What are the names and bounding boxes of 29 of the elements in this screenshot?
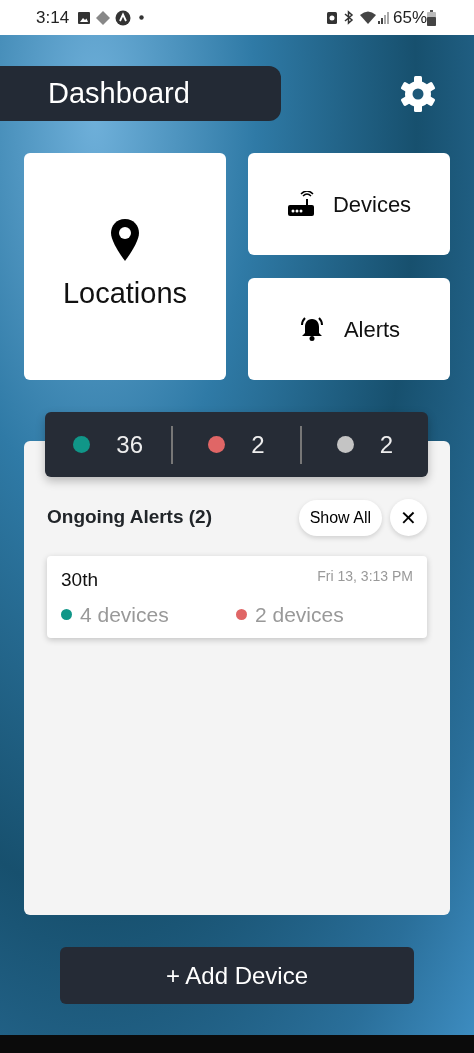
devices-tile[interactable]: Devices: [248, 153, 450, 255]
status-count: 36: [116, 429, 143, 460]
device-count: 2 devices: [255, 601, 344, 628]
clock: 3:14: [36, 6, 70, 29]
signal-icon: [376, 10, 389, 25]
map-pin-icon: [110, 217, 140, 262]
wifi-icon: [358, 10, 377, 25]
alert-card[interactable]: 30th Fri 13, 3:13 PM 4 devices 2 devices: [47, 556, 427, 638]
settings-icon[interactable]: [398, 73, 438, 114]
show-all-button[interactable]: Show All: [298, 499, 382, 536]
router-icon: [286, 191, 315, 217]
battery-icon: [427, 9, 436, 26]
alert-time: Fri 13, 3:13 PM: [317, 567, 413, 586]
panel-title: Ongoing Alerts (2): [47, 506, 214, 529]
alert-name: 30th: [61, 568, 98, 592]
image-icon: [77, 10, 92, 25]
dot-icon: [139, 15, 145, 20]
diamond-icon: [95, 9, 112, 26]
dashboard-title: Dashboard: [0, 66, 281, 121]
app-icon: [115, 9, 132, 26]
device-count: 4 devices: [80, 601, 169, 628]
battery-saver-icon: [325, 10, 338, 25]
locations-tile[interactable]: Locations: [24, 153, 226, 380]
alerts-tile[interactable]: Alerts: [248, 278, 450, 380]
close-button[interactable]: ✕: [390, 499, 427, 536]
add-device-button[interactable]: + Add Device: [60, 947, 414, 1004]
status-count: 2: [251, 429, 265, 460]
battery-percentage: 65%: [392, 6, 427, 29]
status-count: 2: [379, 429, 393, 460]
